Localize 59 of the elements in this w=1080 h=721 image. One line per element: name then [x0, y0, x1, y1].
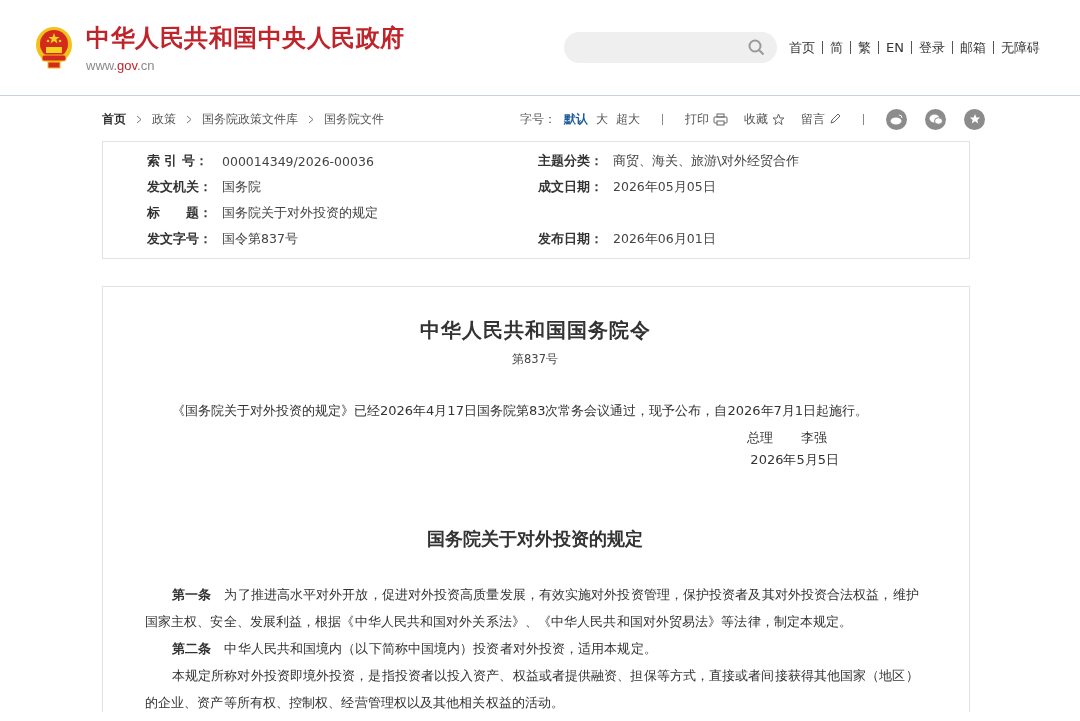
action-link[interactable]: 留言: [801, 110, 841, 128]
chevron-right-icon: [136, 114, 142, 124]
order-number: 第837号: [511, 352, 559, 367]
font-size-option[interactable]: 默认: [564, 110, 588, 128]
metadata-label: 标 题：: [147, 204, 213, 222]
star-icon: [772, 112, 785, 126]
promulgation-text: 《国务院关于对外投资的规定》已经2026年4月17日国务院第83次常务会议通过，现予公布，自2026年7月1日起施行。: [171, 402, 870, 420]
pencil-icon: [829, 113, 841, 125]
wechat-icon: [928, 113, 943, 125]
nav-link[interactable]: 首页: [789, 38, 816, 57]
nav-link[interactable]: EN: [886, 40, 904, 55]
nav-link[interactable]: 邮箱: [960, 38, 986, 57]
nav-link[interactable]: 繁: [858, 38, 872, 57]
action-link[interactable]: 收藏: [744, 110, 785, 128]
printer-icon: [713, 112, 728, 126]
metadata-label: 索 引 号：: [147, 152, 209, 170]
action-link[interactable]: 打印: [685, 110, 728, 128]
site-title: 中华人民共和国中央人民政府: [86, 22, 405, 54]
metadata-label: 发布日期：: [538, 230, 604, 248]
share-button[interactable]: [925, 108, 946, 130]
breadcrumb-link[interactable]: 政策: [152, 110, 176, 128]
order-title: 中华人民共和国国务院令: [418, 317, 652, 344]
metadata-value: 000014349/2026-00036: [222, 153, 374, 169]
search-icon[interactable]: [748, 39, 766, 56]
metadata-label: 主题分类：: [538, 152, 604, 170]
signer-name: 李强: [801, 429, 827, 447]
signer-title: 总理: [747, 429, 773, 447]
font-size-label: 字号：: [520, 110, 556, 128]
breadcrumb-link[interactable]: 首页: [102, 110, 126, 128]
metadata-value: 商贸、海关、旅游\对外经贸合作: [613, 152, 800, 170]
article-paragraph: 第一条 为了推进高水平对外开放，促进对外投资高质量发展，有效实施对外投资管理，保护投资者及其对外投资合法权益，维护国家主权、安全、发展利益，根据《中华人民共和国对外关系法》、《中华人民共和国对外贸易法》等法律，制定本规定。: [145, 586, 920, 631]
signing-date: 2026年5月5日: [750, 452, 839, 467]
metadata-value: 2026年05月05日: [613, 178, 716, 196]
metadata-value: 国务院关于对外投资的规定: [222, 204, 378, 222]
metadata-value: 国令第837号: [222, 230, 298, 248]
regulation-title: 国务院关于对外投资的规定: [426, 527, 644, 551]
font-size-option[interactable]: 超大: [616, 110, 640, 128]
weibo-icon: [890, 113, 903, 125]
breadcrumb-link[interactable]: 国务院文件: [324, 110, 384, 128]
search-field[interactable]: [564, 32, 778, 63]
nav-link[interactable]: 无障碍: [1001, 38, 1040, 57]
nav-link[interactable]: 简: [830, 38, 844, 57]
chevron-right-icon: [186, 114, 192, 124]
article-paragraph: 第二条 中华人民共和国境内（以下简称中国境内）投资者对外投资，适用本规定。: [171, 640, 658, 658]
metadata-value: 2026年06月01日: [613, 230, 716, 248]
metadata-label: 成文日期：: [538, 178, 604, 196]
site-domain: www.gov.cn: [86, 58, 156, 73]
metadata-value: 国务院: [222, 178, 261, 196]
metadata-label: 发文机关：: [147, 178, 213, 196]
breadcrumb-link[interactable]: 国务院政策文件库: [202, 110, 298, 128]
nav-link[interactable]: 登录: [919, 38, 945, 57]
national-emblem-icon: [34, 25, 74, 70]
chevron-right-icon: [308, 114, 314, 124]
share-button[interactable]: [964, 108, 985, 130]
font-size-option[interactable]: 大: [596, 110, 608, 128]
star-icon: [968, 113, 981, 125]
article-paragraph: 本规定所称对外投资即境外投资，是指投资者以投入资产、权益或者提供融资、担保等方式，直接或者间接获得其他国家（地区）的企业、资产等所有权、控制权、经营管理权以及其他相关权益的活动。: [145, 667, 920, 712]
metadata-label: 发文字号：: [147, 230, 213, 248]
share-button[interactable]: [886, 108, 907, 130]
